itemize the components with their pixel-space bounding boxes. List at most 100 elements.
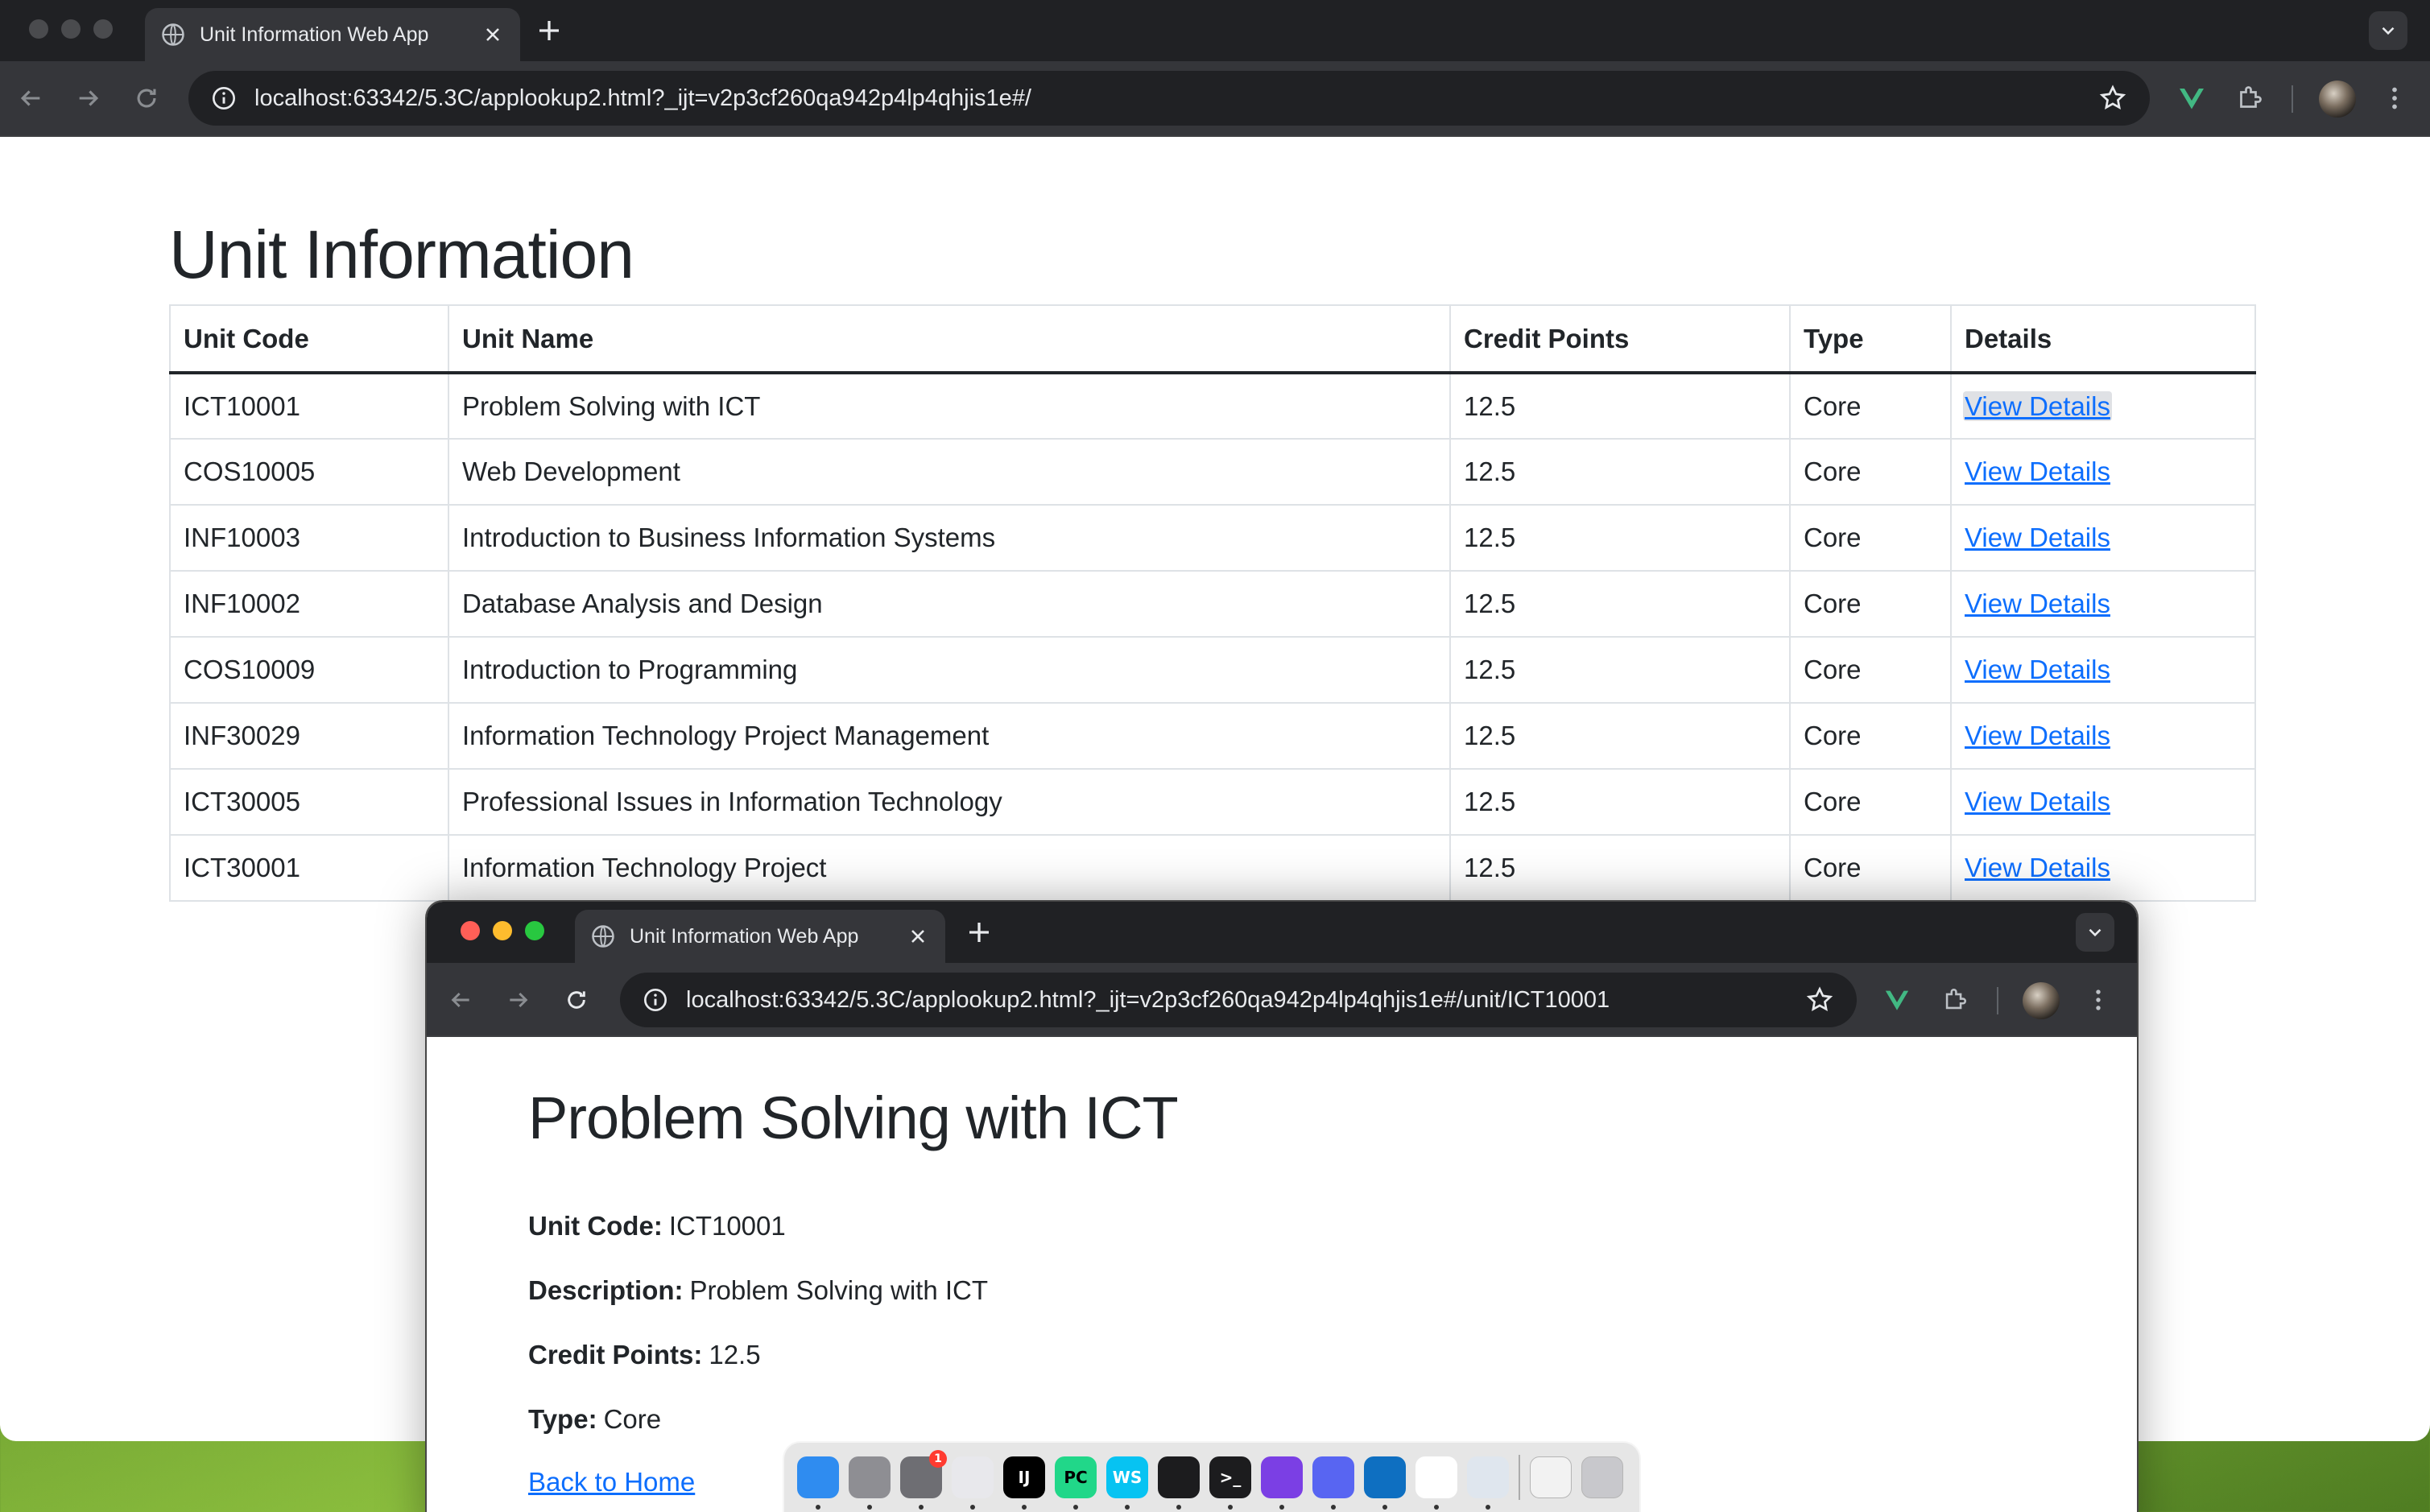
running-indicator [1176, 1505, 1181, 1510]
table-row: ICT30001 Information Technology Project 12… [169, 834, 2256, 902]
view-details-link[interactable]: View Details [1963, 390, 2112, 421]
finder-icon[interactable] [797, 1456, 839, 1510]
credit-points-line: Credit Points: 12.5 [528, 1340, 761, 1370]
toolbar-divider [2292, 85, 2293, 113]
system-settings-icon[interactable]: 1 [900, 1450, 947, 1510]
toolbar-divider [1997, 987, 1998, 1014]
details-cell: View Details [1950, 636, 2256, 704]
tab-title: Unit Information Web App [200, 23, 429, 46]
view-details-link[interactable]: View Details [1965, 721, 2110, 750]
activity-monitor-icon[interactable] [1158, 1456, 1200, 1510]
unit-code-line: Unit Code: ICT10001 [528, 1211, 786, 1241]
back-button[interactable] [14, 82, 47, 114]
tab-search-button[interactable] [2076, 913, 2114, 952]
close-tab-icon[interactable] [481, 23, 504, 46]
github-desktop-icon[interactable] [1261, 1456, 1303, 1510]
extensions-button[interactable] [1937, 982, 1973, 1018]
launchpad-icon[interactable] [849, 1456, 891, 1510]
arrow-right-icon [510, 992, 528, 1008]
vue-devtools-extension[interactable] [1879, 982, 1915, 1018]
arrow-right-icon [79, 90, 99, 106]
webstorm-glyph: WS [1112, 1468, 1143, 1487]
view-details-link[interactable]: View Details [1965, 655, 2110, 684]
downloads-stack-icon[interactable] [1530, 1456, 1572, 1498]
tab-unit-information[interactable]: Unit Information Web App [145, 8, 520, 61]
new-tab-icon[interactable] [535, 16, 564, 45]
terminal-glyph: >_ [1219, 1468, 1242, 1487]
header-unit-code: Unit Code [169, 304, 449, 374]
window-controls [461, 921, 544, 940]
running-indicator [1434, 1505, 1439, 1510]
zoom-window-button[interactable] [93, 19, 113, 39]
unit-code-cell: ICT10001 [169, 372, 449, 440]
vscode-icon[interactable] [1364, 1456, 1406, 1510]
tab-unit-information[interactable]: Unit Information Web App [575, 910, 945, 963]
minimize-window-button[interactable] [61, 19, 81, 39]
view-details-link[interactable]: View Details [1965, 456, 2110, 486]
tab-search-button[interactable] [2369, 11, 2407, 50]
address-bar[interactable]: localhost:63342/5.3C/applookup2.html?_ij… [620, 973, 1857, 1027]
extensions-button[interactable] [2232, 81, 2267, 116]
running-indicator [1073, 1505, 1078, 1510]
type-cell: Core [1789, 438, 1952, 506]
table-row: COS10005 Web Development 12.5 Core View Deta… [169, 438, 2256, 506]
browser-menu-button[interactable] [2081, 982, 2116, 1018]
credit-points-cell: 12.5 [1449, 438, 1791, 506]
minimize-window-button[interactable] [493, 921, 512, 940]
running-indicator [1228, 1505, 1233, 1510]
reload-icon [137, 89, 156, 108]
unit-table: Unit Code Unit Name Credit Points Type D… [169, 304, 2256, 902]
chevron-down-icon [2382, 27, 2395, 35]
unit-table-body: ICT10001 Problem Solving with ICT 12.5 Core… [169, 372, 2256, 902]
view-details-link[interactable]: View Details [1965, 523, 2110, 552]
browser-menu-button[interactable] [2377, 81, 2412, 116]
instruments-icon[interactable] [952, 1456, 994, 1510]
details-cell: View Details [1950, 504, 2256, 572]
close-window-button[interactable] [461, 921, 480, 940]
tab-bar: Unit Information Web App [0, 0, 2430, 61]
forward-button[interactable] [502, 984, 535, 1016]
view-details-link[interactable]: View Details [1965, 589, 2110, 618]
intellij-idea-icon[interactable]: IJ [1003, 1456, 1045, 1510]
view-details-link[interactable]: View Details [1965, 853, 2110, 882]
profile-avatar[interactable] [2023, 982, 2060, 1019]
bookmark-star-icon[interactable] [2098, 84, 2127, 113]
back-to-home-link[interactable]: Back to Home [528, 1467, 695, 1498]
credit-points-value: 12.5 [709, 1340, 761, 1369]
profile-avatar[interactable] [2319, 81, 2356, 118]
pycharm-icon[interactable]: PC [1055, 1456, 1097, 1510]
reload-button[interactable] [130, 82, 163, 114]
type-cell: Core [1789, 372, 1952, 440]
bookmark-star-icon[interactable] [1805, 985, 1834, 1014]
unit-name-cell: Information Technology Project [448, 834, 1451, 902]
preview-icon[interactable] [1467, 1456, 1509, 1510]
credit-points-cell: 12.5 [1449, 702, 1791, 770]
site-info-icon[interactable] [211, 85, 237, 111]
trash-icon[interactable] [1581, 1456, 1623, 1498]
zoom-window-button[interactable] [525, 921, 544, 940]
close-window-button[interactable] [29, 19, 48, 39]
globe-icon [592, 925, 614, 948]
terminal-icon[interactable]: >_ [1209, 1456, 1251, 1510]
view-details-link[interactable]: View Details [1965, 787, 2110, 816]
unit-code-cell: INF10002 [169, 570, 449, 638]
macos-dock: 1 IJ PC WS >_ [783, 1441, 1641, 1512]
webstorm-icon[interactable]: WS [1106, 1456, 1148, 1510]
unit-code-cell: COS10009 [169, 636, 449, 704]
vue-devtools-extension[interactable] [2174, 81, 2209, 116]
new-tab-icon[interactable] [965, 918, 994, 947]
type-label: Type: [528, 1404, 597, 1434]
reload-button[interactable] [560, 984, 593, 1016]
close-tab-icon[interactable] [907, 925, 929, 948]
chrome-icon[interactable] [1415, 1456, 1457, 1510]
arrow-left-icon [451, 992, 469, 1008]
discord-icon[interactable] [1312, 1456, 1354, 1510]
back-button[interactable] [444, 984, 477, 1016]
forward-button[interactable] [72, 82, 105, 114]
site-info-icon[interactable] [643, 987, 668, 1013]
browser-toolbar: localhost:63342/5.3C/applookup2.html?_ij… [0, 61, 2430, 137]
pycharm-glyph: PC [1064, 1468, 1088, 1487]
header-credit-points: Credit Points [1449, 304, 1791, 374]
unit-code-label: Unit Code: [528, 1211, 663, 1241]
address-bar[interactable]: localhost:63342/5.3C/applookup2.html?_ij… [188, 71, 2150, 126]
